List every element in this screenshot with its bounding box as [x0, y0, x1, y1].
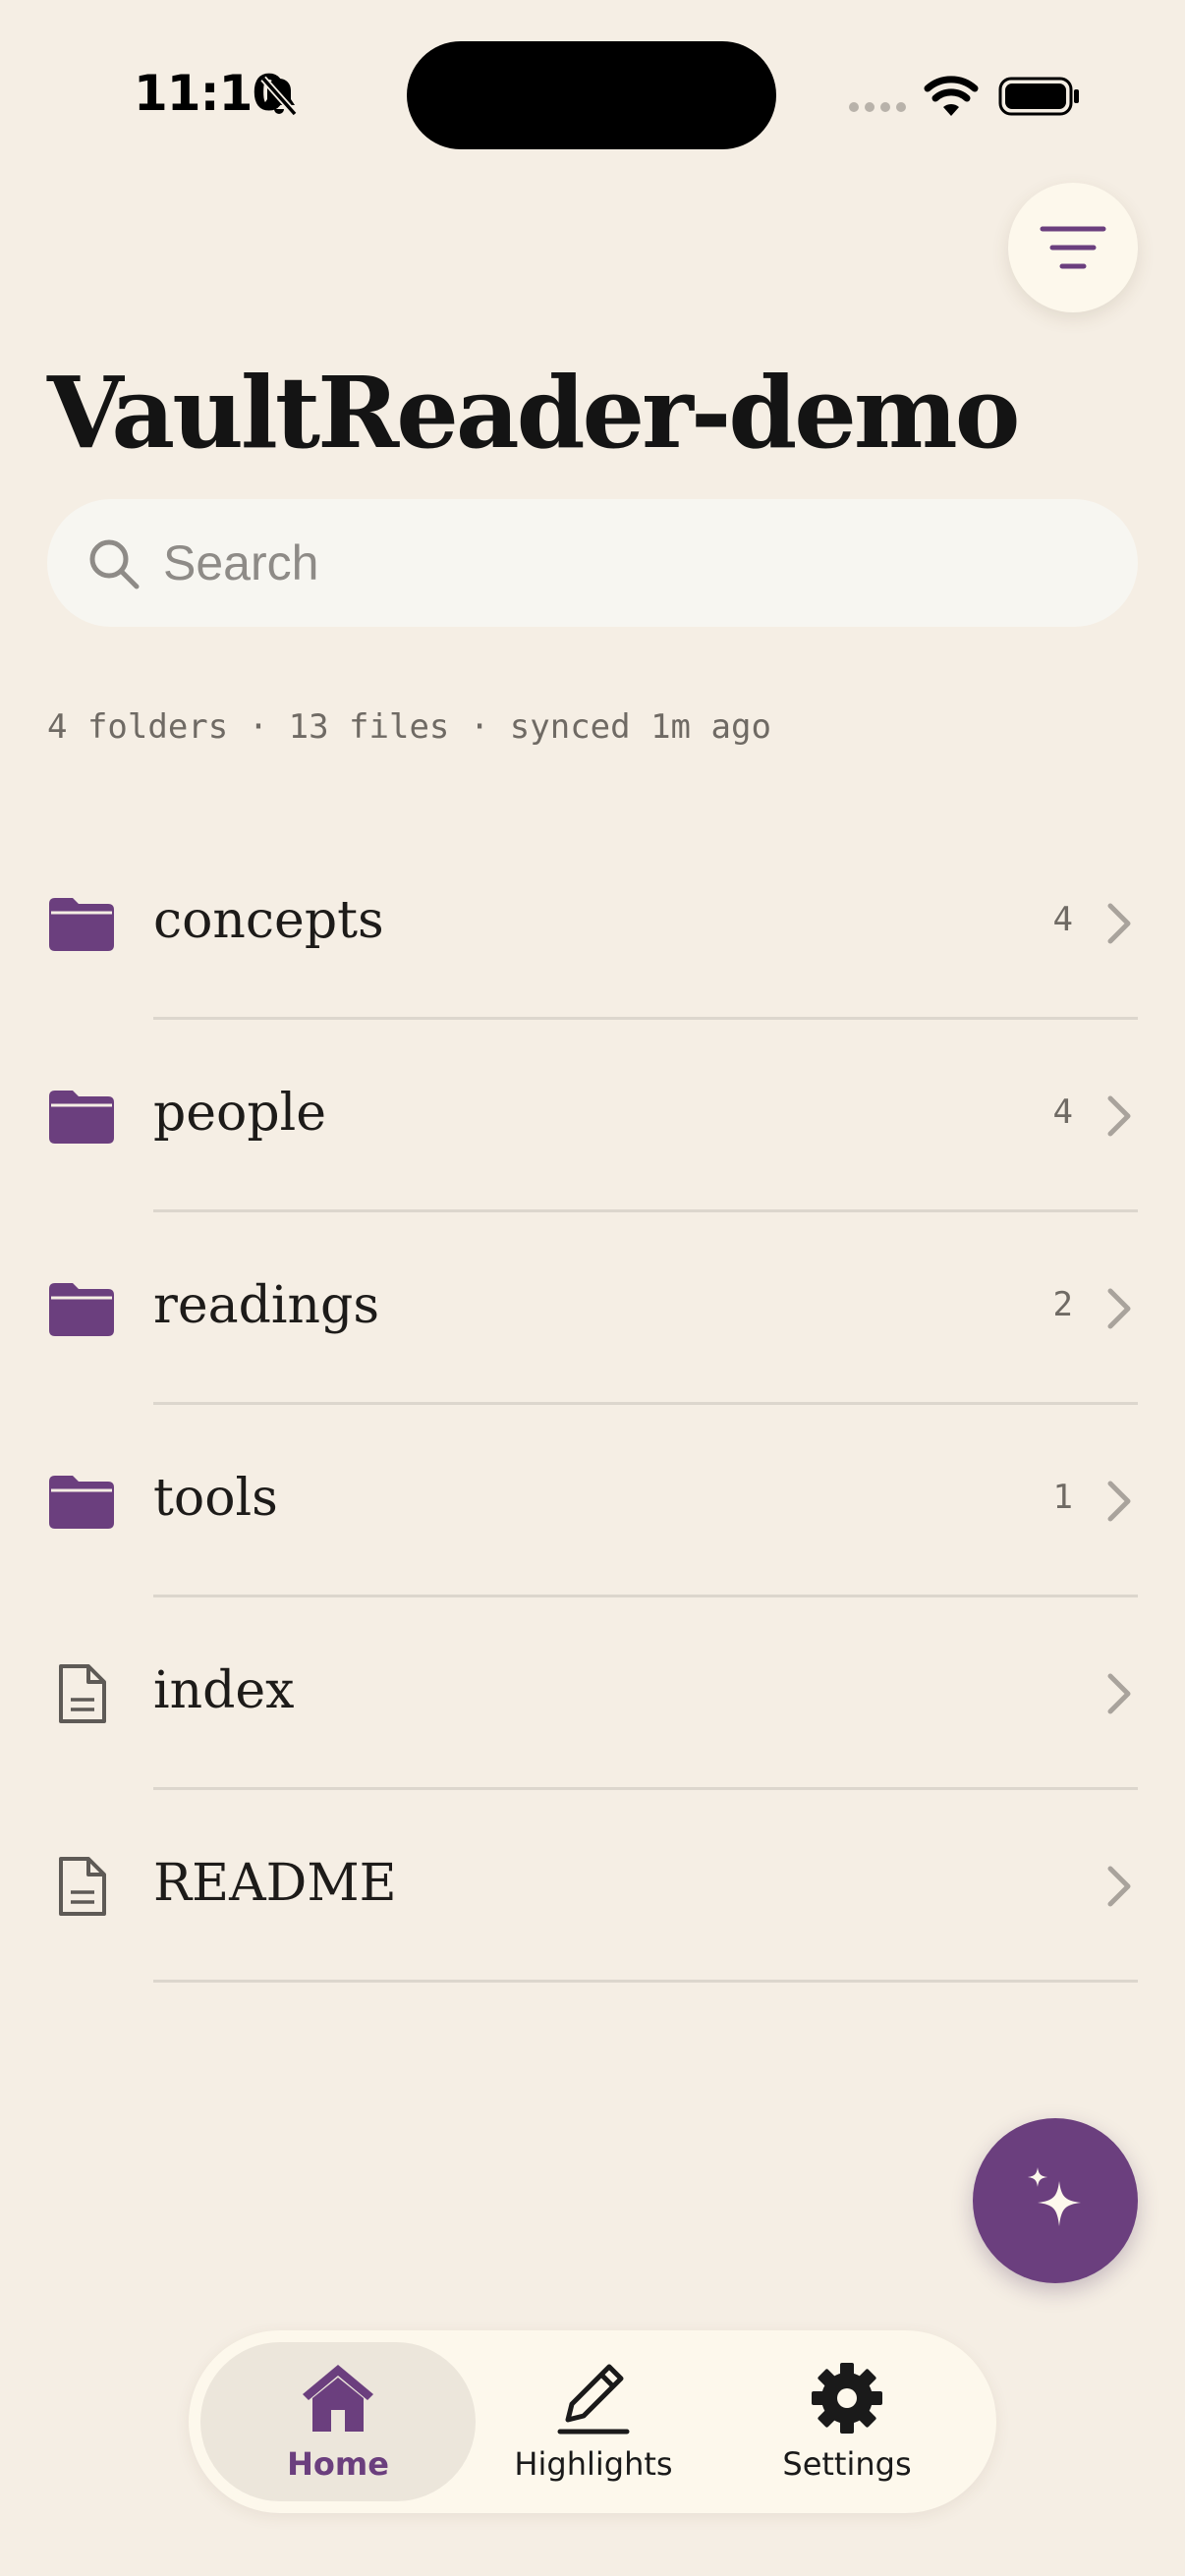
list-item-readings[interactable]: readings 2	[0, 1212, 1185, 1405]
list-item-people[interactable]: people 4	[0, 1020, 1185, 1212]
cellular-signal-icon	[849, 102, 906, 112]
pencil-icon	[557, 2364, 630, 2435]
tab-label: Home	[287, 2445, 389, 2483]
wifi-icon	[924, 76, 979, 116]
item-count: 1	[1052, 1478, 1073, 1517]
list-item-readme[interactable]: README	[0, 1790, 1185, 1983]
tab-label: Settings	[782, 2445, 912, 2483]
home-icon	[303, 2365, 373, 2432]
sparkle-icon	[1028, 2167, 1081, 2226]
tab-highlights[interactable]: Highlights	[456, 2342, 731, 2501]
item-label: README	[153, 1854, 397, 1913]
list-item-concepts[interactable]: concepts 4	[0, 827, 1185, 1020]
list-item-tools[interactable]: tools 1	[0, 1405, 1185, 1597]
tab-settings[interactable]: Settings	[709, 2342, 985, 2501]
page-title: VaultReader-demo	[47, 355, 1020, 471]
tab-home[interactable]: Home	[200, 2342, 476, 2501]
chevron-right-icon	[1107, 1288, 1131, 1329]
search-input[interactable]	[163, 499, 1106, 627]
chevron-right-icon	[1107, 1673, 1131, 1714]
ai-assistant-button[interactable]	[973, 2118, 1138, 2283]
item-label: index	[153, 1661, 295, 1720]
item-label: readings	[153, 1276, 380, 1335]
chevron-right-icon	[1107, 1095, 1131, 1137]
item-count: 4	[1052, 1092, 1073, 1132]
chevron-right-icon	[1107, 1481, 1131, 1522]
gear-icon	[812, 2363, 882, 2434]
bell-slash-icon	[260, 76, 298, 117]
document-icon	[59, 1664, 106, 1723]
folder-icon	[49, 898, 114, 951]
search-bar[interactable]	[47, 499, 1138, 627]
folder-icon	[49, 1091, 114, 1144]
chevron-right-icon	[1107, 903, 1131, 944]
chevron-right-icon	[1107, 1866, 1131, 1907]
item-label: people	[153, 1084, 327, 1143]
item-label: tools	[153, 1469, 278, 1528]
filter-lines-icon	[1040, 226, 1106, 269]
tab-label: Highlights	[514, 2445, 673, 2483]
battery-icon	[998, 77, 1079, 116]
folder-icon	[49, 1476, 114, 1529]
item-label: concepts	[153, 891, 384, 950]
divider	[153, 1980, 1138, 1983]
item-count: 4	[1052, 900, 1073, 939]
document-icon	[59, 1857, 106, 1916]
screen: 11:10 VaultReader-demo 4 f	[0, 0, 1185, 2576]
folder-icon	[49, 1283, 114, 1336]
vault-summary: 4 folders · 13 files · synced 1m ago	[47, 707, 771, 747]
search-icon	[89, 539, 140, 589]
dynamic-island	[407, 41, 776, 149]
file-list: concepts 4 people 4 readings 2 tools 1 i…	[0, 827, 1185, 1983]
filter-button[interactable]	[1008, 183, 1138, 312]
item-count: 2	[1052, 1285, 1073, 1324]
list-item-index[interactable]: index	[0, 1597, 1185, 1790]
tab-bar: Home Highlights Settings	[189, 2330, 996, 2513]
